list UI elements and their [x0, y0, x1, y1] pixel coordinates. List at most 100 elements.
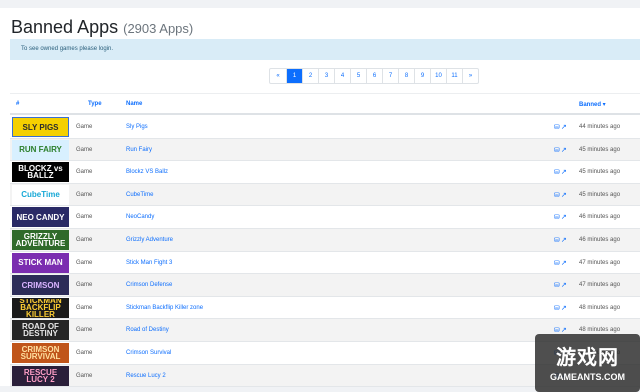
app-name-link[interactable]: NeoCandy	[126, 214, 154, 220]
banned-time: 45 minutes ago	[579, 169, 621, 176]
app-name-link[interactable]: CubeTime	[126, 192, 153, 198]
banned-apps-panel: Banned Apps (2903 Apps) To see owned gam…	[0, 8, 640, 392]
app-type: Game	[76, 282, 93, 289]
page-link[interactable]: 3	[318, 69, 334, 83]
page-link[interactable]: 5	[350, 69, 366, 83]
banned-time: 46 minutes ago	[579, 214, 621, 221]
app-thumbnail[interactable]: SLY PIGS	[12, 117, 69, 137]
table-row: STICK MAN Game Stick Man Fight 3 ⛁↗ 47 minut…	[10, 252, 640, 275]
banned-time: 46 minutes ago	[579, 237, 621, 243]
app-thumbnail[interactable]: CRIMSON	[12, 275, 69, 296]
link-icon[interactable]: ↗	[561, 304, 567, 312]
table-row: GRIZZLY ADVENTURE Game Grizzly Adventure ⛁↗…	[10, 229, 640, 252]
page-link[interactable]: 10	[430, 69, 446, 83]
link-icon[interactable]: ↗	[561, 168, 567, 176]
app-type: Game	[76, 350, 93, 356]
login-alert: To see owned games please login.	[10, 39, 640, 60]
database-icon[interactable]: ⛁	[554, 281, 560, 289]
app-type: Game	[76, 146, 93, 153]
page-link[interactable]: »	[462, 69, 478, 83]
col-name[interactable]: Name	[126, 101, 142, 107]
table-header: # Type Name Banned ▾	[10, 93, 640, 115]
database-icon[interactable]: ⛁	[554, 304, 560, 312]
link-icon[interactable]: ↗	[561, 213, 567, 221]
app-type: Game	[76, 237, 93, 243]
app-name-link[interactable]: Blockz VS Ballz	[126, 169, 168, 175]
page-title: Banned Apps (2903 Apps)	[11, 17, 193, 38]
watermark-subtitle: GAMEANTS.COM	[550, 372, 625, 382]
app-thumbnail[interactable]: CubeTime	[12, 184, 69, 205]
app-type: Game	[76, 259, 93, 266]
link-icon[interactable]: ↗	[561, 281, 567, 289]
app-thumbnail[interactable]: BLOCKZ vs BALLZ	[12, 162, 69, 183]
row-actions: ⛁↗	[554, 146, 568, 154]
table-row: CRIMSON Game Crimson Defense ⛁↗ 47 minutes a…	[10, 274, 640, 297]
banned-time: 47 minutes ago	[579, 282, 621, 289]
app-name-link[interactable]: Road of Destiny	[126, 327, 169, 333]
page-link[interactable]: «	[270, 69, 286, 83]
app-type: Game	[76, 169, 93, 176]
page-link[interactable]: 9	[414, 69, 430, 83]
banned-time: 48 minutes ago	[579, 304, 621, 311]
table-row: BLOCKZ vs BALLZ Game Blockz VS Ballz ⛁↗ 45 m…	[10, 161, 640, 184]
banned-time: 45 minutes ago	[579, 146, 621, 153]
table-row: RUN FAIRY Game Run Fairy ⛁↗ 45 minutes ago	[10, 138, 640, 162]
database-icon[interactable]: ⛁	[554, 213, 560, 221]
app-type: Game	[76, 327, 93, 334]
app-name-link[interactable]: Crimson Survival	[126, 350, 171, 356]
database-icon[interactable]: ⛁	[554, 146, 560, 154]
app-thumbnail[interactable]: NEO CANDY	[12, 207, 69, 228]
database-icon[interactable]: ⛁	[554, 168, 560, 176]
link-icon[interactable]: ↗	[561, 259, 567, 267]
row-actions: ⛁↗	[554, 304, 568, 312]
database-icon[interactable]: ⛁	[554, 259, 560, 267]
app-name-link[interactable]: Grizzly Adventure	[126, 237, 173, 243]
row-actions: ⛁↗	[554, 168, 568, 176]
database-icon[interactable]: ⛁	[554, 236, 560, 244]
database-icon[interactable]: ⛁	[554, 123, 560, 131]
app-name-link[interactable]: Run Fairy	[126, 147, 152, 153]
app-thumbnail[interactable]: GRIZZLY ADVENTURE	[12, 230, 69, 250]
page-title-text: Banned Apps	[11, 17, 119, 37]
page-link[interactable]: 6	[366, 69, 382, 83]
link-icon[interactable]: ↗	[561, 123, 567, 131]
banned-time: 45 minutes ago	[579, 191, 621, 198]
app-name-link[interactable]: Sly Pigs	[126, 124, 148, 130]
app-type: Game	[76, 304, 93, 311]
link-icon[interactable]: ↗	[561, 236, 567, 244]
table-row: SLY PIGS Game Sly Pigs ⛁↗ 44 minutes ago	[10, 116, 640, 139]
app-name-link[interactable]: Stick Man Fight 3	[126, 260, 172, 266]
page-link[interactable]: 2	[302, 69, 318, 83]
page-link[interactable]: 7	[382, 69, 398, 83]
row-actions: ⛁↗	[554, 281, 568, 289]
table-row: NEO CANDY Game NeoCandy ⛁↗ 46 minutes ago	[10, 206, 640, 229]
table-row: CubeTime Game CubeTime ⛁↗ 45 minutes ago	[10, 183, 640, 207]
col-number[interactable]: #	[16, 101, 19, 107]
page-link[interactable]: 1	[286, 69, 302, 83]
app-name-link[interactable]: Rescue Lucy 2	[126, 373, 166, 379]
banned-time: 48 minutes ago	[579, 327, 621, 334]
row-actions: ⛁↗	[554, 259, 568, 267]
app-thumbnail[interactable]: STICKMAN BACKFLIP KILLER	[12, 297, 69, 318]
app-count: (2903 Apps)	[123, 21, 194, 36]
app-thumbnail[interactable]: RUN FAIRY	[12, 139, 69, 160]
app-thumbnail[interactable]: ROAD OF DESTINY	[12, 320, 69, 341]
app-thumbnail[interactable]: RESCUE LUCY 2	[12, 365, 69, 386]
col-type[interactable]: Type	[88, 101, 102, 107]
row-actions: ⛁↗	[554, 213, 568, 221]
col-banned[interactable]: Banned ▾	[579, 101, 606, 108]
page-link[interactable]: 8	[398, 69, 414, 83]
page-link[interactable]: 11	[446, 69, 462, 83]
link-icon[interactable]: ↗	[561, 191, 567, 199]
app-thumbnail[interactable]: CRIMSON SURVIVAL	[12, 343, 69, 363]
table-row: STICKMAN BACKFLIP KILLER Game Stickman Bac…	[10, 297, 640, 320]
app-name-link[interactable]: Stickman Backflip Killer zone	[126, 305, 203, 311]
page-link[interactable]: 4	[334, 69, 350, 83]
row-actions: ⛁↗	[554, 123, 568, 131]
row-actions: ⛁↗	[554, 236, 568, 244]
link-icon[interactable]: ↗	[561, 146, 567, 154]
banned-time: 47 minutes ago	[579, 259, 621, 266]
app-name-link[interactable]: Crimson Defense	[126, 282, 172, 288]
app-thumbnail[interactable]: STICK MAN	[12, 252, 69, 273]
database-icon[interactable]: ⛁	[554, 191, 560, 199]
